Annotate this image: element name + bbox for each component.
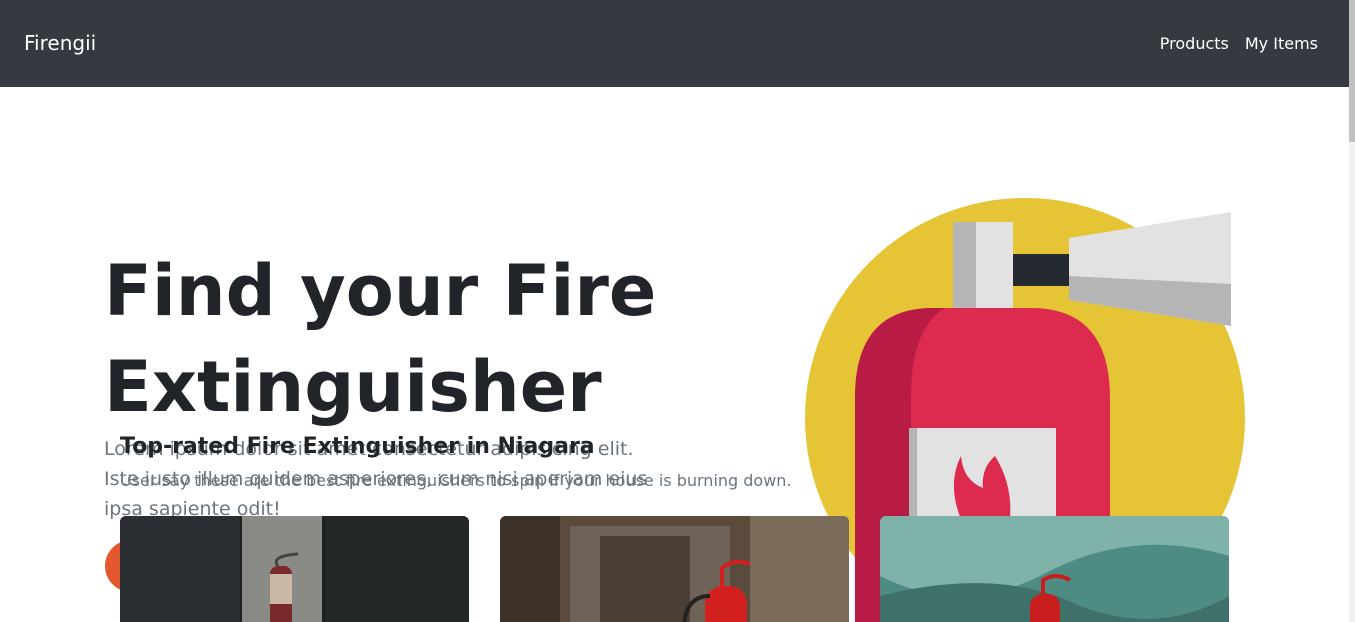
- nav-link-products[interactable]: Products: [1160, 34, 1229, 53]
- section-heading: Top-rated Fire Extinguisher in Niagara: [120, 434, 595, 459]
- hero-title: Find your Fire Extinguisher: [104, 250, 657, 428]
- brand-logo[interactable]: Firengii: [24, 31, 96, 55]
- scrollbar-thumb[interactable]: [1349, 0, 1355, 142]
- section-subheading: User say these are the best fire extingu…: [120, 471, 792, 490]
- nav-links: Products My Items: [1160, 34, 1318, 53]
- product-card-image[interactable]: [880, 516, 1229, 622]
- product-card-image[interactable]: [500, 516, 849, 622]
- product-card-image[interactable]: [120, 516, 469, 622]
- nav-link-my-items[interactable]: My Items: [1245, 34, 1318, 53]
- page-scrollbar[interactable]: [1349, 0, 1355, 622]
- navbar: Firengii Products My Items: [0, 0, 1349, 87]
